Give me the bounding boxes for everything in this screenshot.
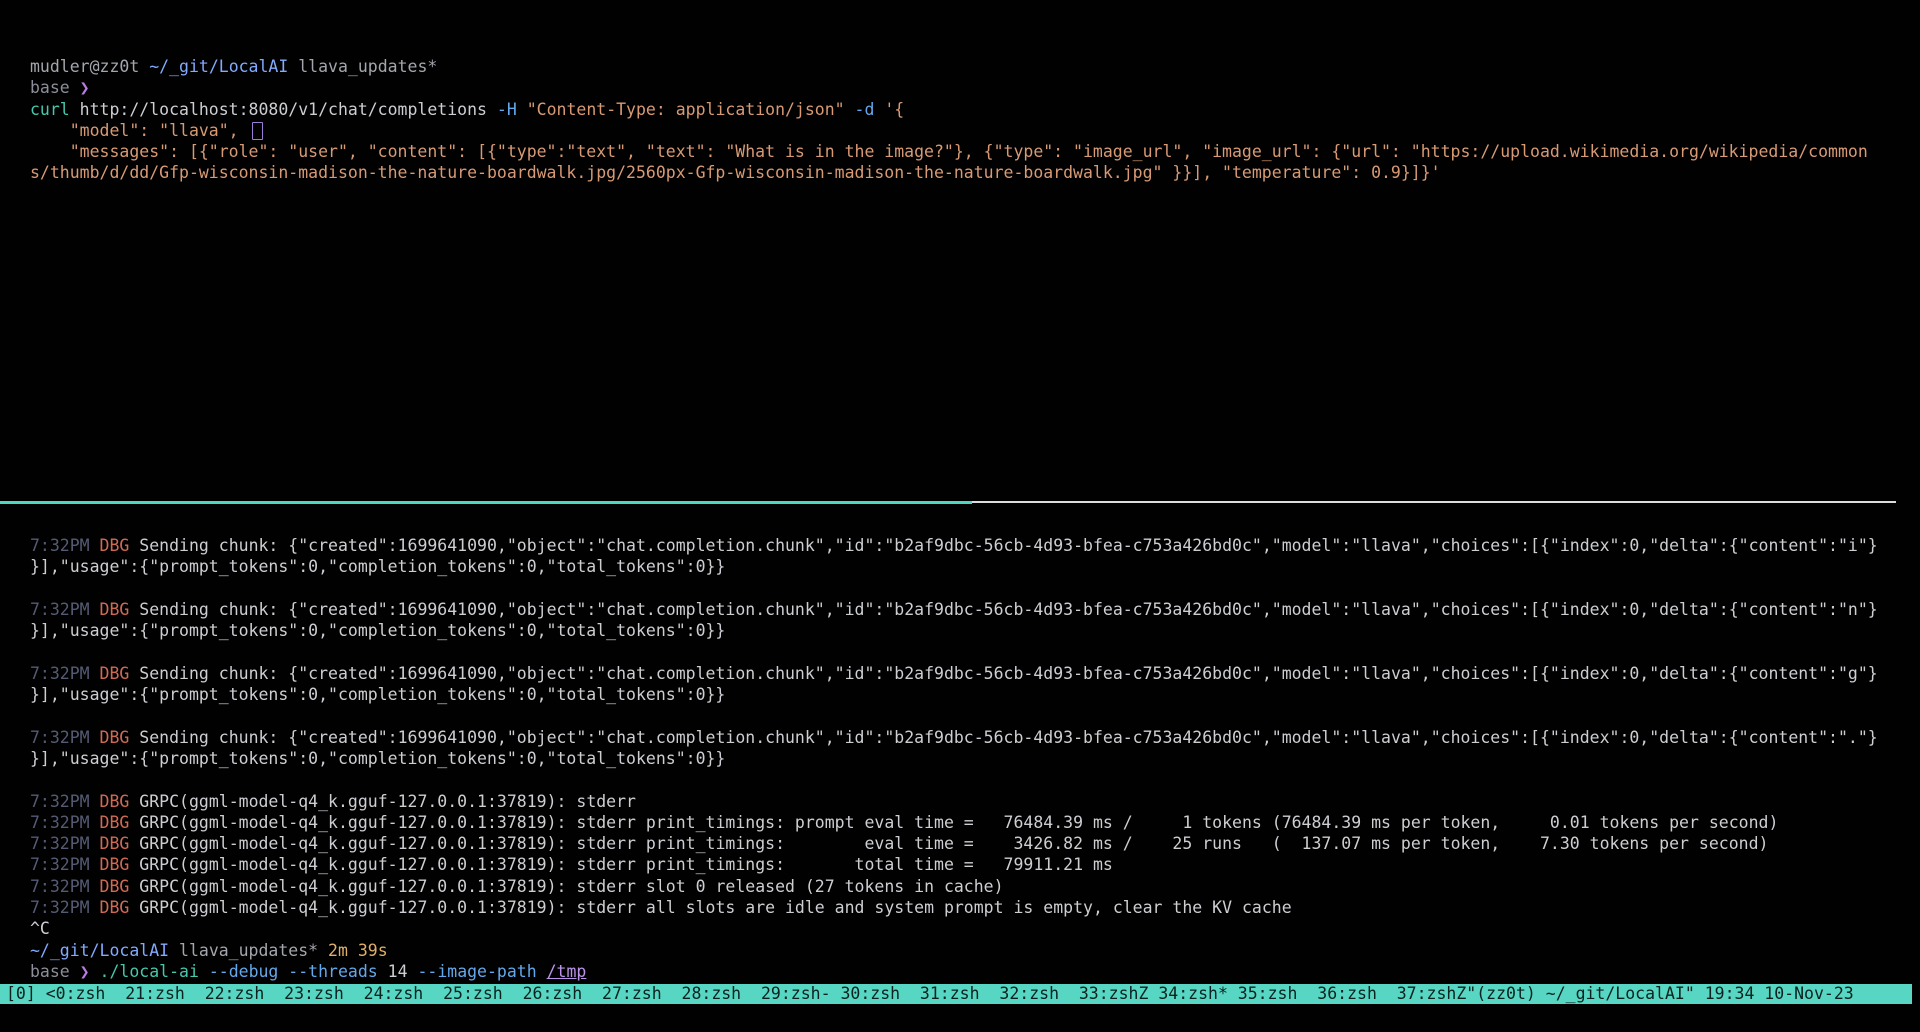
log-message: Sending chunk: {"created":1699641090,"ob… xyxy=(139,536,1877,555)
log-time: 7:32PM xyxy=(30,600,100,619)
terminal-line: mudler@zz0t ~/_git/LocalAI llava_updates… xyxy=(30,56,1868,77)
log-time: 7:32PM xyxy=(30,728,100,747)
log-time: 7:32PM xyxy=(30,898,100,917)
log-message: Sending chunk: {"created":1699641090,"ob… xyxy=(139,600,1877,619)
divider-white-segment xyxy=(972,501,1896,503)
terminal-line: 7:32PM DBG Sending chunk: {"created":169… xyxy=(30,599,1878,620)
log-message: GRPC(ggml-model-q4_k.gguf-127.0.0.1:3781… xyxy=(139,813,1778,832)
log-message: }],"usage":{"prompt_tokens":0,"completio… xyxy=(30,621,725,640)
log-level: DBG xyxy=(100,813,140,832)
prompt-chevron: ❯ xyxy=(80,78,90,97)
log-message: Sending chunk: {"created":1699641090,"ob… xyxy=(139,664,1877,683)
terminal-line: curl http://localhost:8080/v1/chat/compl… xyxy=(30,99,1868,120)
terminal-line: "messages": [{"role": "user", "content":… xyxy=(30,141,1868,162)
conda-env: base xyxy=(30,962,80,981)
log-time: 7:32PM xyxy=(30,536,100,555)
terminal-line: 7:32PM DBG GRPC(ggml-model-q4_k.gguf-127… xyxy=(30,854,1878,875)
header-value: "Content-Type: application/json" xyxy=(527,100,855,119)
tmp-path-link[interactable]: /tmp xyxy=(547,962,587,981)
log-message: }],"usage":{"prompt_tokens":0,"completio… xyxy=(30,685,725,704)
log-message: Sending chunk: {"created":1699641090,"ob… xyxy=(139,728,1877,747)
user-host: mudler@zz0t xyxy=(30,57,149,76)
terminal-line: 7:32PM DBG Sending chunk: {"created":169… xyxy=(30,535,1878,556)
log-level: DBG xyxy=(100,600,140,619)
json-open: '{ xyxy=(884,100,904,119)
terminal-cursor xyxy=(252,122,263,140)
divider-teal-segment xyxy=(0,501,972,504)
terminal-line: 7:32PM DBG GRPC(ggml-model-q4_k.gguf-127… xyxy=(30,833,1878,854)
terminal-line: ~/_git/LocalAI llava_updates* 2m 39s xyxy=(30,940,1878,961)
log-message: GRPC(ggml-model-q4_k.gguf-127.0.0.1:3781… xyxy=(139,898,1291,917)
terminal-line: base ❯ xyxy=(30,77,1868,98)
terminal-line: ^C xyxy=(30,918,1878,939)
terminal-line: 7:32PM DBG Sending chunk: {"created":169… xyxy=(30,663,1878,684)
tmux-session-label: [0] xyxy=(6,984,46,1003)
log-time: 7:32PM xyxy=(30,877,100,896)
tmux-status-bar: [0] <0:zsh 21:zsh 22:zsh 23:zsh 24:zsh 2… xyxy=(0,984,1912,1004)
log-level: DBG xyxy=(100,728,140,747)
flag-image-path: --image-path xyxy=(417,962,546,981)
log-message: }],"usage":{"prompt_tokens":0,"completio… xyxy=(30,749,725,768)
log-message: GRPC(ggml-model-q4_k.gguf-127.0.0.1:3781… xyxy=(139,834,1768,853)
flag-data: -d xyxy=(855,100,885,119)
log-message: }],"usage":{"prompt_tokens":0,"completio… xyxy=(30,557,725,576)
cwd-path: ~/_git/LocalAI xyxy=(149,57,298,76)
command-duration: 2m 39s xyxy=(328,941,388,960)
command-input-area[interactable]: mudler@zz0t ~/_git/LocalAI llava_updates… xyxy=(30,56,1868,184)
flag-header: -H xyxy=(497,100,527,119)
command-curl: curl xyxy=(30,100,80,119)
pane-divider xyxy=(0,501,1896,504)
terminal-line: 7:32PM DBG GRPC(ggml-model-q4_k.gguf-127… xyxy=(30,791,1878,812)
terminal-line xyxy=(30,578,1878,599)
threads-value: 14 xyxy=(388,962,418,981)
json-messages-line: "messages": [{"role": "user", "content":… xyxy=(30,142,1868,161)
terminal-line xyxy=(30,641,1878,662)
log-level: DBG xyxy=(100,834,140,853)
terminal-line: 7:32PM DBG Sending chunk: {"created":169… xyxy=(30,727,1878,748)
terminal-line xyxy=(30,705,1878,726)
cwd-path: ~/_git/LocalAI xyxy=(30,941,179,960)
log-message: GRPC(ggml-model-q4_k.gguf-127.0.0.1:3781… xyxy=(139,877,1003,896)
log-message: GRPC(ggml-model-q4_k.gguf-127.0.0.1:3781… xyxy=(139,792,646,811)
log-time: 7:32PM xyxy=(30,855,100,874)
prompt-chevron: ❯ xyxy=(80,962,100,981)
log-level: DBG xyxy=(100,664,140,683)
git-branch: llava_updates* xyxy=(298,57,437,76)
terminal-line: }],"usage":{"prompt_tokens":0,"completio… xyxy=(30,556,1878,577)
json-model-line: "model": "llava", xyxy=(30,121,249,140)
json-messages-continuation: s/thumb/d/dd/Gfp-wisconsin-madison-the-n… xyxy=(30,163,1441,182)
log-time: 7:32PM xyxy=(30,813,100,832)
terminal-line: }],"usage":{"prompt_tokens":0,"completio… xyxy=(30,684,1878,705)
log-time: 7:32PM xyxy=(30,834,100,853)
log-level: DBG xyxy=(100,536,140,555)
log-output-area: 7:32PM DBG Sending chunk: {"created":169… xyxy=(30,535,1878,982)
terminal-line xyxy=(30,769,1878,790)
terminal-line: base ❯ ./local-ai --debug --threads 14 -… xyxy=(30,961,1878,982)
log-level: DBG xyxy=(100,898,140,917)
interrupt-signal: ^C xyxy=(30,919,50,938)
log-time: 7:32PM xyxy=(30,664,100,683)
tmux-right-status: "(zz0t) ~/_git/LocalAI" 19:34 10-Nov-23 xyxy=(1466,984,1853,1003)
conda-env: base xyxy=(30,78,80,97)
log-level: DBG xyxy=(100,792,140,811)
curl-url: http://localhost:8080/v1/chat/completion… xyxy=(80,100,497,119)
tmux-window-list[interactable]: <0:zsh 21:zsh 22:zsh 23:zsh 24:zsh 25:zs… xyxy=(46,984,1467,1003)
log-level: DBG xyxy=(100,877,140,896)
terminal-line: 7:32PM DBG GRPC(ggml-model-q4_k.gguf-127… xyxy=(30,897,1878,918)
terminal-line: }],"usage":{"prompt_tokens":0,"completio… xyxy=(30,748,1878,769)
log-level: DBG xyxy=(100,855,140,874)
terminal-window: { "colors": { "background": "#010101", "… xyxy=(0,0,1920,1032)
terminal-line: 7:32PM DBG GRPC(ggml-model-q4_k.gguf-127… xyxy=(30,876,1878,897)
terminal-line: }],"usage":{"prompt_tokens":0,"completio… xyxy=(30,620,1878,641)
flags: --debug --threads xyxy=(209,962,388,981)
terminal-line: "model": "llava", xyxy=(30,120,1868,141)
git-branch: llava_updates* xyxy=(179,941,328,960)
log-time: 7:32PM xyxy=(30,792,100,811)
terminal-line: 7:32PM DBG GRPC(ggml-model-q4_k.gguf-127… xyxy=(30,812,1878,833)
terminal-line: s/thumb/d/dd/Gfp-wisconsin-madison-the-n… xyxy=(30,162,1868,183)
command-local-ai: ./local-ai xyxy=(100,962,209,981)
log-message: GRPC(ggml-model-q4_k.gguf-127.0.0.1:3781… xyxy=(139,855,1113,874)
